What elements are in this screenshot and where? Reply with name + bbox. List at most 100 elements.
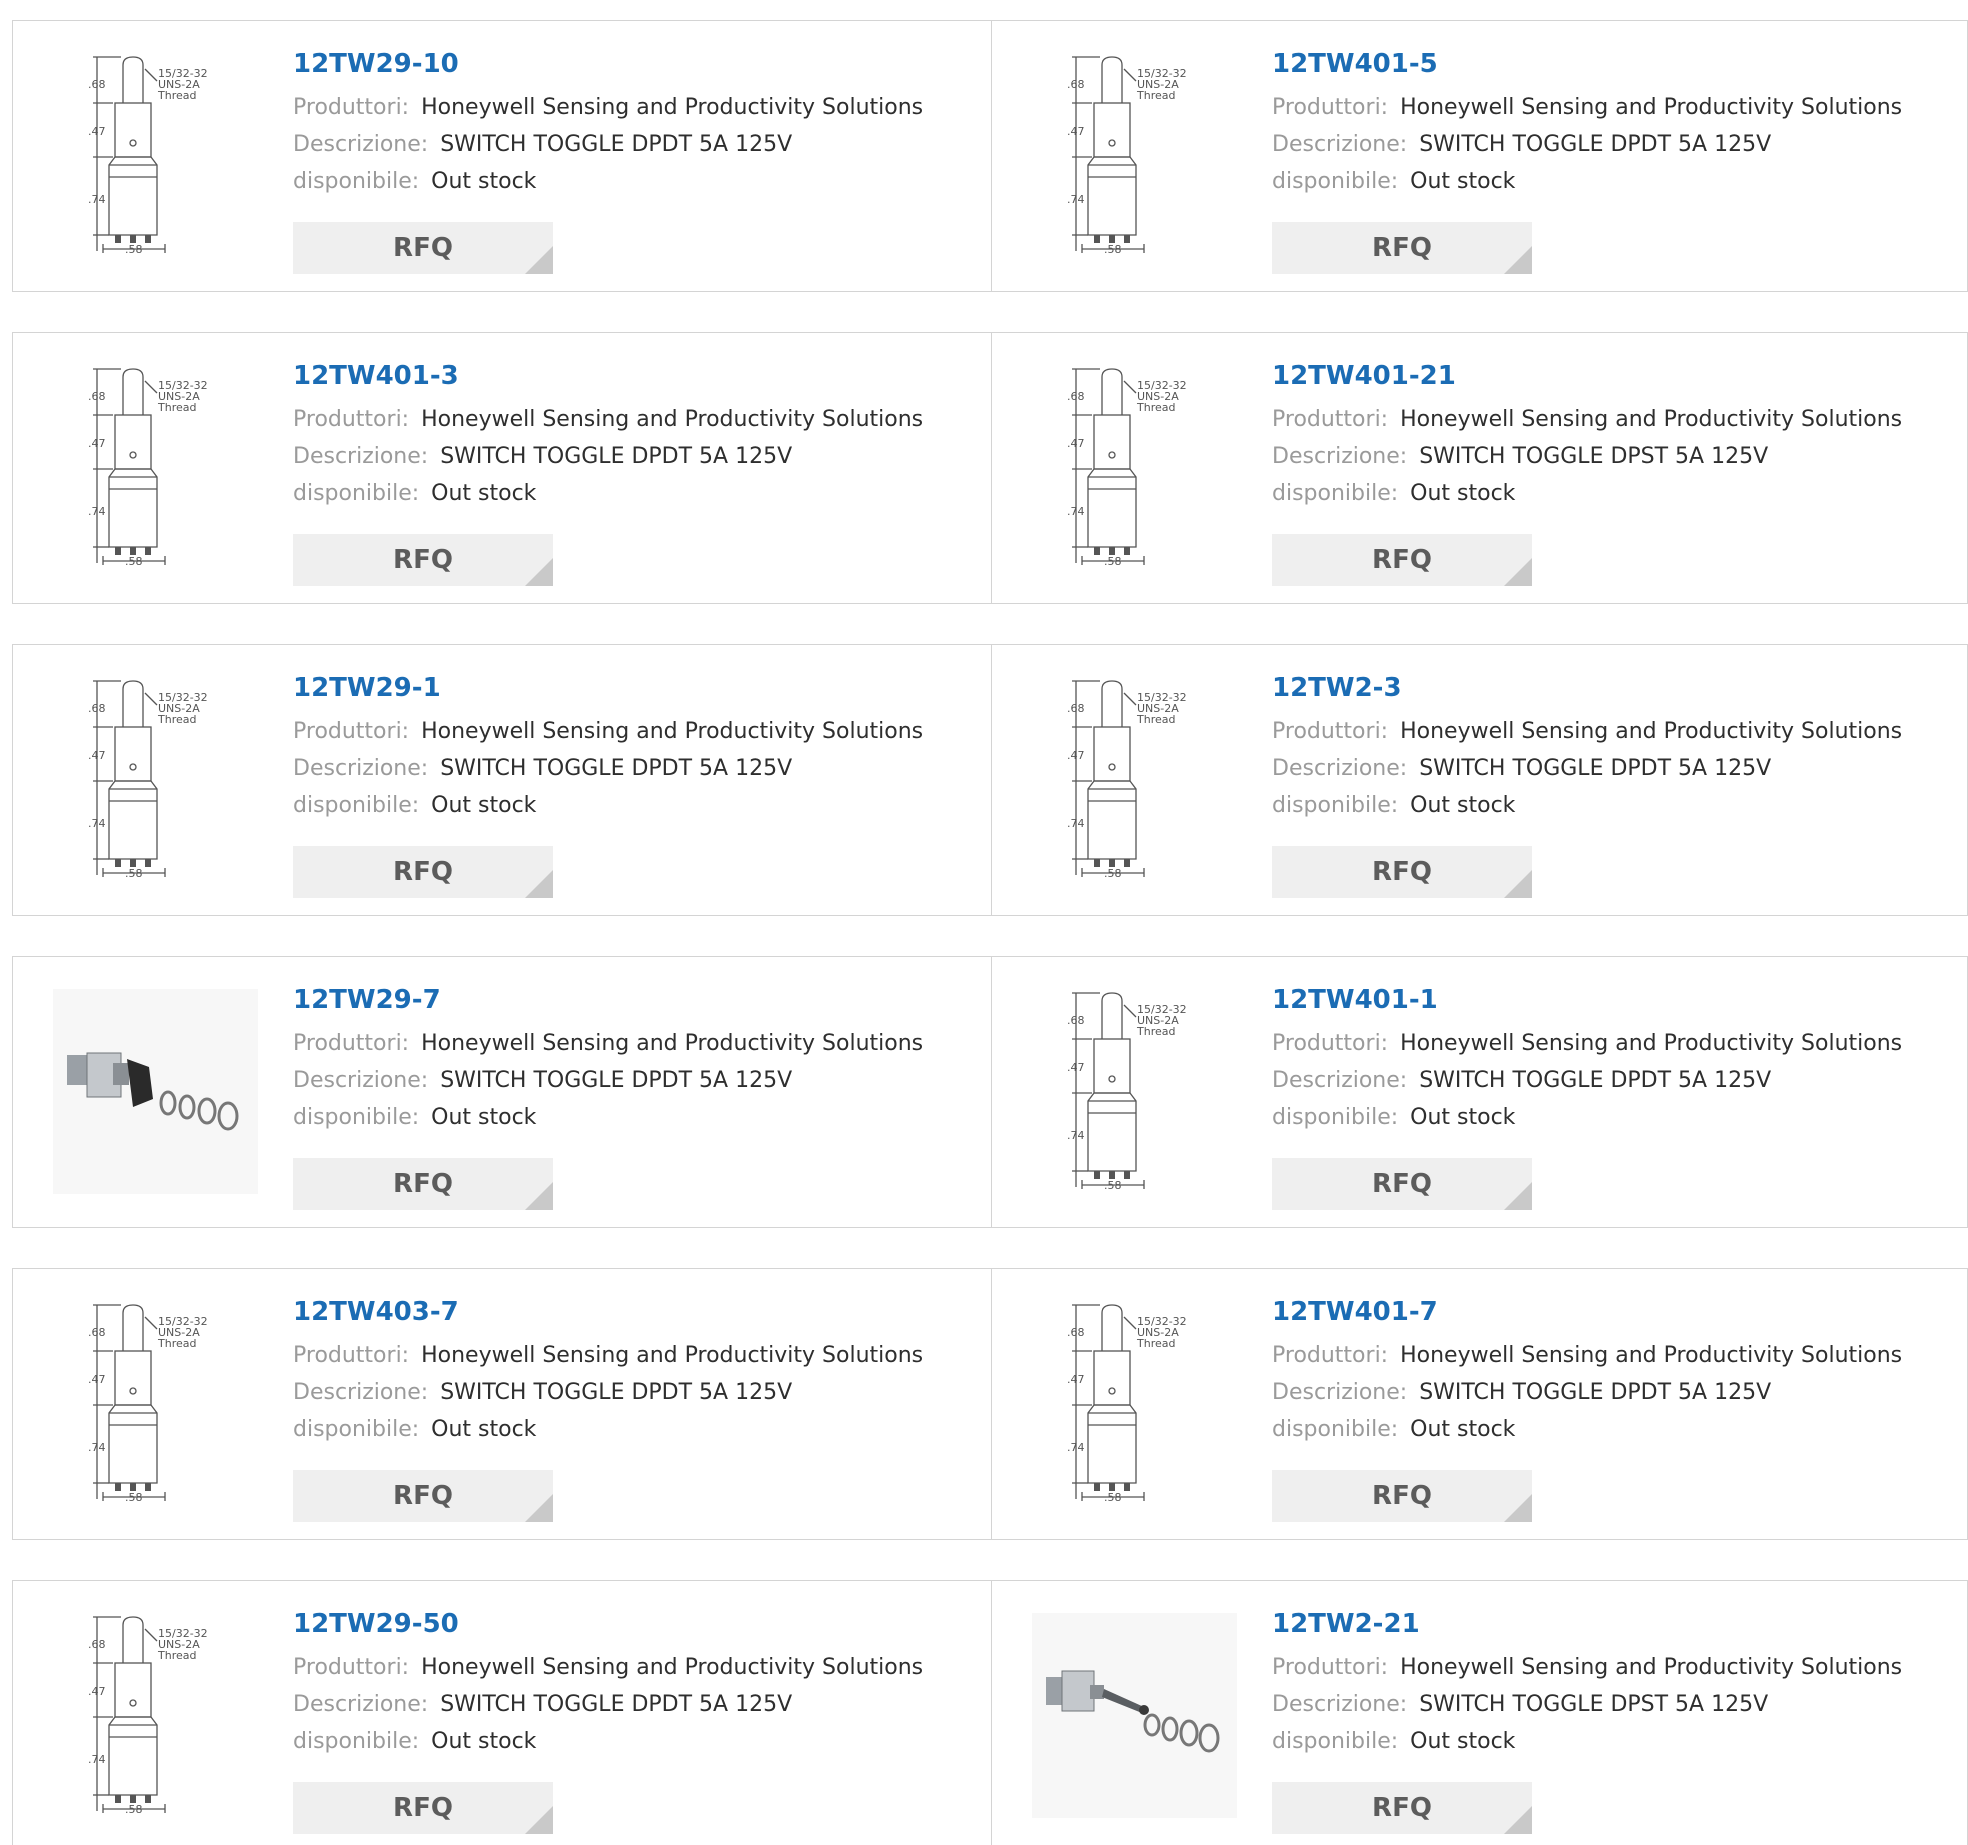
dimension-label-middle: .47	[88, 1373, 106, 1386]
product-thumbnail[interactable]: .68 .47 .74 .58 15/32-32 UNS-2A Thread	[1032, 677, 1237, 882]
availability-value: Out stock	[1410, 169, 1516, 194]
manufacturer-value: Honeywell Sensing and Productivity Solut…	[1400, 1031, 1903, 1056]
dimension-label-top: .68	[1067, 78, 1085, 91]
description-row: Descrizione: SWITCH TOGGLE DPDT 5A 125V	[293, 750, 923, 787]
rfq-button[interactable]: RFQ	[293, 1470, 553, 1522]
rfq-label: RFQ	[393, 1793, 453, 1823]
dimension-label-width: .58	[125, 1803, 143, 1816]
manufacturer-label: Produttori:	[293, 407, 410, 432]
rfq-button[interactable]: RFQ	[293, 1782, 553, 1834]
description-label: Descrizione:	[1272, 1068, 1408, 1093]
part-number-link[interactable]: 12TW2-21	[1272, 1609, 1902, 1639]
toggle-switch-drawing-icon: .68 .47 .74 .58 15/32-32 UNS-2A Thread	[88, 680, 208, 880]
manufacturer-label: Produttori:	[293, 1655, 410, 1680]
rfq-button[interactable]: RFQ	[1272, 846, 1532, 898]
availability-label: disponibile:	[1272, 793, 1399, 818]
product-card: 12TW2-21 Produttori: Honeywell Sensing an…	[992, 1581, 1968, 1845]
part-number-link[interactable]: 12TW2-3	[1272, 673, 1902, 703]
product-row: .68 .47 .74 .58 15/32-32 UNS-2A Thread 1…	[12, 332, 1968, 604]
rfq-button[interactable]: RFQ	[1272, 1782, 1532, 1834]
product-thumbnail[interactable]: .68 .47 .74 .58 15/32-32 UNS-2A Thread	[53, 53, 258, 258]
corner-triangle-icon	[1504, 558, 1532, 586]
product-thumbnail[interactable]: .68 .47 .74 .58 15/32-32 UNS-2A Thread	[1032, 365, 1237, 570]
dimension-label-width: .58	[1104, 555, 1122, 568]
manufacturer-label: Produttori:	[1272, 95, 1389, 120]
description-row: Descrizione: SWITCH TOGGLE DPDT 5A 125V	[293, 1374, 923, 1411]
product-thumbnail[interactable]: .68 .47 .74 .58 15/32-32 UNS-2A Thread	[1032, 53, 1237, 258]
part-number-link[interactable]: 12TW403-7	[293, 1297, 923, 1327]
part-number-link[interactable]: 12TW29-1	[293, 673, 923, 703]
product-card: .68 .47 .74 .58 15/32-32 UNS-2A Thread 1…	[13, 21, 992, 291]
rfq-label: RFQ	[393, 857, 453, 887]
dimension-label-top: .68	[1067, 1014, 1085, 1027]
corner-triangle-icon	[1504, 870, 1532, 898]
part-number-link[interactable]: 12TW29-7	[293, 985, 923, 1015]
dimension-label-bottom: .74	[88, 1753, 106, 1766]
description-value: SWITCH TOGGLE DPDT 5A 125V	[1419, 1068, 1772, 1093]
product-info: 12TW403-7 Produttori: Honeywell Sensing a…	[293, 1297, 923, 1448]
availability-value: Out stock	[1410, 1729, 1516, 1754]
thread-label-3: Thread	[157, 401, 196, 414]
product-info: 12TW401-5 Produttori: Honeywell Sensing a…	[1272, 49, 1902, 200]
availability-row: disponibile: Out stock	[1272, 1411, 1902, 1448]
rfq-button[interactable]: RFQ	[1272, 222, 1532, 274]
dimension-label-top: .68	[1067, 390, 1085, 403]
dimension-label-bottom: .74	[1067, 1441, 1085, 1454]
product-thumbnail[interactable]	[1032, 1613, 1237, 1818]
product-thumbnail[interactable]: .68 .47 .74 .58 15/32-32 UNS-2A Thread	[53, 1301, 258, 1506]
manufacturer-value: Honeywell Sensing and Productivity Solut…	[1400, 719, 1903, 744]
part-number-link[interactable]: 12TW401-21	[1272, 361, 1902, 391]
description-value: SWITCH TOGGLE DPDT 5A 125V	[1419, 756, 1772, 781]
product-thumbnail[interactable]: .68 .47 .74 .58 15/32-32 UNS-2A Thread	[53, 677, 258, 882]
rfq-label: RFQ	[393, 233, 453, 263]
product-info: 12TW401-7 Produttori: Honeywell Sensing a…	[1272, 1297, 1902, 1448]
manufacturer-row: Produttori: Honeywell Sensing and Product…	[293, 1337, 923, 1374]
part-number-link[interactable]: 12TW401-1	[1272, 985, 1902, 1015]
product-thumbnail[interactable]: .68 .47 .74 .58 15/32-32 UNS-2A Thread	[1032, 989, 1237, 1194]
corner-triangle-icon	[525, 870, 553, 898]
part-number-link[interactable]: 12TW401-7	[1272, 1297, 1902, 1327]
product-row: .68 .47 .74 .58 15/32-32 UNS-2A Thread 1…	[12, 1580, 1968, 1845]
rfq-button[interactable]: RFQ	[293, 846, 553, 898]
part-number-link[interactable]: 12TW29-10	[293, 49, 923, 79]
part-number-link[interactable]: 12TW29-50	[293, 1609, 923, 1639]
part-number-link[interactable]: 12TW401-5	[1272, 49, 1902, 79]
rfq-button[interactable]: RFQ	[293, 534, 553, 586]
dimension-label-top: .68	[1067, 1326, 1085, 1339]
rfq-label: RFQ	[393, 545, 453, 575]
toggle-switch-photo-icon	[1032, 1613, 1237, 1818]
part-number-link[interactable]: 12TW401-3	[293, 361, 923, 391]
product-thumbnail[interactable]: .68 .47 .74 .58 15/32-32 UNS-2A Thread	[53, 1613, 258, 1818]
description-label: Descrizione:	[1272, 132, 1408, 157]
availability-value: Out stock	[431, 793, 537, 818]
product-thumbnail[interactable]: .68 .47 .74 .58 15/32-32 UNS-2A Thread	[53, 365, 258, 570]
description-row: Descrizione: SWITCH TOGGLE DPDT 5A 125V	[1272, 126, 1902, 163]
description-label: Descrizione:	[293, 1380, 429, 1405]
manufacturer-label: Produttori:	[1272, 719, 1389, 744]
product-thumbnail[interactable]: .68 .47 .74 .58 15/32-32 UNS-2A Thread	[1032, 1301, 1237, 1506]
description-value: SWITCH TOGGLE DPDT 5A 125V	[440, 1692, 793, 1717]
availability-label: disponibile:	[293, 1105, 420, 1130]
rfq-button[interactable]: RFQ	[1272, 534, 1532, 586]
dimension-label-middle: .47	[88, 749, 106, 762]
rfq-button[interactable]: RFQ	[1272, 1470, 1532, 1522]
manufacturer-value: Honeywell Sensing and Productivity Solut…	[421, 95, 924, 120]
description-row: Descrizione: SWITCH TOGGLE DPDT 5A 125V	[293, 126, 923, 163]
manufacturer-row: Produttori: Honeywell Sensing and Product…	[1272, 401, 1902, 438]
description-label: Descrizione:	[1272, 444, 1408, 469]
product-card: .68 .47 .74 .58 15/32-32 UNS-2A Thread 1…	[992, 645, 1968, 915]
dimension-label-width: .58	[125, 867, 143, 880]
rfq-button[interactable]: RFQ	[1272, 1158, 1532, 1210]
corner-triangle-icon	[525, 1182, 553, 1210]
rfq-button[interactable]: RFQ	[293, 1158, 553, 1210]
rfq-button[interactable]: RFQ	[293, 222, 553, 274]
description-row: Descrizione: SWITCH TOGGLE DPDT 5A 125V	[1272, 1374, 1902, 1411]
manufacturer-value: Honeywell Sensing and Productivity Solut…	[1400, 95, 1903, 120]
description-label: Descrizione:	[293, 756, 429, 781]
description-value: SWITCH TOGGLE DPDT 5A 125V	[440, 1068, 793, 1093]
product-thumbnail[interactable]	[53, 989, 258, 1194]
product-card: .68 .47 .74 .58 15/32-32 UNS-2A Thread 1…	[13, 645, 992, 915]
availability-label: disponibile:	[293, 481, 420, 506]
manufacturer-label: Produttori:	[1272, 1655, 1389, 1680]
thread-label-3: Thread	[157, 713, 196, 726]
